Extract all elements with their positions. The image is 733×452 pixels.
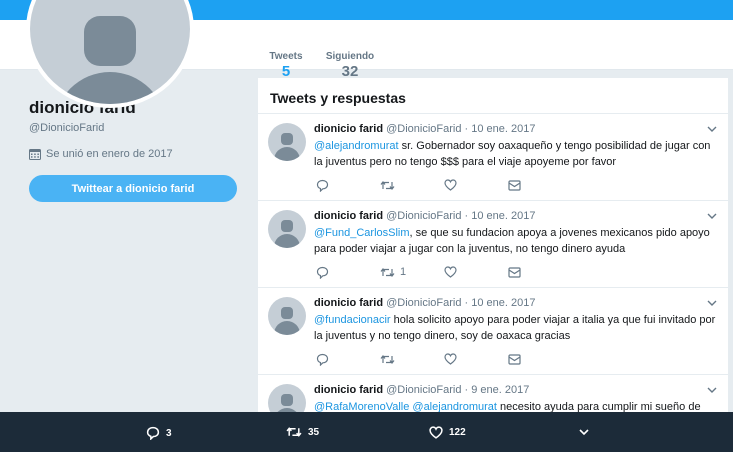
tab-tweets[interactable]: Tweets 5 [266, 51, 306, 91]
reply-icon[interactable] [316, 352, 329, 366]
reply-icon[interactable] [316, 178, 329, 192]
tweet-meta[interactable]: @DionicioFarid · 10 ene. 2017 [386, 123, 535, 135]
timeline: Tweets y respuestas dionicio farid @Dion… [258, 78, 728, 438]
footer-like-button[interactable]: 122 [429, 426, 466, 439]
heart-icon [429, 426, 443, 439]
joined-date: Se unió en enero de 2017 [29, 148, 173, 160]
tweet-author-name[interactable]: dionicio farid [314, 123, 383, 135]
tweet-header: dionicio farid @DionicioFarid · 10 ene. … [314, 123, 535, 135]
envelope-icon[interactable] [508, 178, 521, 192]
tweet-header: dionicio farid @DionicioFarid · 10 ene. … [314, 210, 535, 222]
footer-reply-button[interactable]: 3 [146, 426, 172, 440]
tweet-author-name[interactable]: dionicio farid [314, 297, 383, 309]
reply-count: 3 [166, 427, 172, 439]
tweet-item[interactable]: dionicio farid @DionicioFarid · 10 ene. … [258, 288, 728, 375]
tweet-avatar-icon[interactable] [268, 123, 306, 161]
tweet-author-name[interactable]: dionicio farid [314, 210, 383, 222]
tweet-mention[interactable]: @Fund_CarlosSlim [314, 227, 410, 239]
tweet-actions [314, 178, 614, 192]
tweet-header: dionicio farid @DionicioFarid · 10 ene. … [314, 297, 535, 309]
calendar-icon [29, 148, 41, 160]
chevron-down-icon[interactable] [706, 384, 718, 396]
retweet-icon[interactable]: 1 [380, 265, 406, 279]
tweet-avatar-icon[interactable] [268, 297, 306, 335]
chevron-down-icon[interactable] [706, 297, 718, 309]
tweet-meta[interactable]: @DionicioFarid · 10 ene. 2017 [386, 297, 535, 309]
tweet-header: dionicio farid @DionicioFarid · 9 ene. 2… [314, 384, 529, 396]
tweet-item[interactable]: dionicio farid @DionicioFarid · 10 ene. … [258, 114, 728, 201]
heart-icon[interactable] [444, 352, 457, 366]
profile-nav: Tweets 5 Siguiendo 32 [0, 0, 733, 108]
tab-following[interactable]: Siguiendo 32 [324, 51, 376, 80]
retweet-count: 1 [400, 266, 407, 278]
reply-icon[interactable] [316, 265, 329, 279]
retweet-icon[interactable] [380, 352, 400, 366]
tweet-mention[interactable]: @alejandromurat [314, 140, 399, 152]
tweet-to-button[interactable]: Twittear a dionicio farid [29, 175, 237, 202]
profile-handle[interactable]: @DionicioFarid [29, 122, 104, 134]
tweet-meta[interactable]: @DionicioFarid · 9 ene. 2017 [386, 384, 529, 396]
like-count: 122 [449, 427, 466, 438]
tweet-mention[interactable]: @fundacionacir [314, 314, 391, 326]
chevron-down-icon[interactable] [706, 123, 718, 135]
footer-more-button[interactable] [577, 426, 591, 438]
tweet-text: @fundacionacir hola solicito apoyo para … [314, 312, 722, 344]
tweet-actions [314, 352, 614, 366]
reply-icon [146, 426, 160, 440]
envelope-icon[interactable] [508, 265, 521, 279]
heart-icon[interactable] [444, 265, 457, 279]
chevron-down-icon[interactable] [706, 210, 718, 222]
tweet-avatar-icon[interactable] [268, 210, 306, 248]
chevron-down-icon [577, 426, 591, 438]
tweets-stat-label: Tweets [269, 51, 303, 62]
following-stat-label: Siguiendo [325, 51, 375, 62]
joined-label: Se unió en enero de 2017 [46, 148, 173, 160]
retweet-count: 35 [308, 426, 320, 438]
tweet-detail-action-bar: 3 35 122 [0, 412, 733, 452]
heart-icon[interactable] [444, 178, 457, 192]
tweet-item[interactable]: dionicio farid @DionicioFarid · 10 ene. … [258, 201, 728, 288]
retweet-icon [286, 426, 302, 438]
timeline-title: Tweets y respuestas [258, 78, 728, 114]
tweet-actions: 1 [314, 265, 614, 279]
tweet-text: @alejandromurat sr. Gobernador soy oaxaq… [314, 138, 722, 170]
tweet-text: @Fund_CarlosSlim, se que su fundacion ap… [314, 225, 722, 257]
tweet-meta[interactable]: @DionicioFarid · 10 ene. 2017 [386, 210, 535, 222]
tweet-author-name[interactable]: dionicio farid [314, 384, 383, 396]
retweet-icon[interactable] [380, 178, 400, 192]
default-avatar-icon [30, 0, 190, 104]
footer-retweet-button[interactable]: 35 [286, 426, 319, 438]
profile-avatar[interactable] [26, 0, 194, 108]
envelope-icon[interactable] [508, 352, 521, 366]
